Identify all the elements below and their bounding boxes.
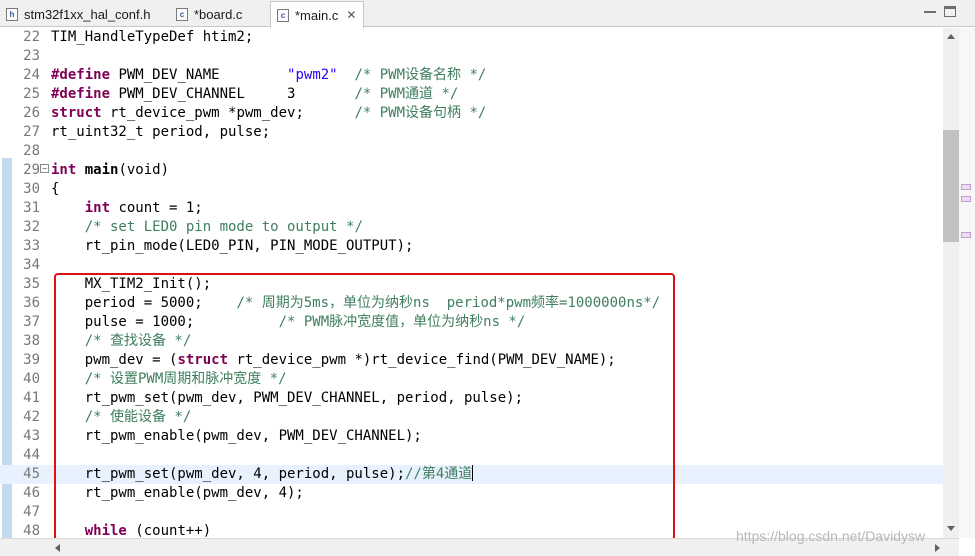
line-number: 31 bbox=[23, 200, 40, 216]
overview-marker[interactable] bbox=[961, 184, 971, 190]
overview-marker[interactable] bbox=[961, 196, 971, 202]
code-text: struct rt_device_pwm *pwm_dev; /* PWM设备句… bbox=[51, 104, 486, 123]
code-line[interactable]: 28 bbox=[0, 142, 943, 161]
code-token: rt_device_pwm *pwm_dev; bbox=[101, 105, 355, 121]
line-number: 38 bbox=[23, 333, 40, 349]
watermark: https://blog.csdn.net/Davidysw bbox=[736, 528, 926, 544]
line-number: 44 bbox=[23, 447, 40, 463]
tab-label: stm32f1xx_hal_conf.h bbox=[24, 7, 151, 22]
code-text: #define PWM_DEV_NAME "pwm2" /* PWM设备名称 *… bbox=[51, 66, 486, 85]
comment-token: /* set LED0 pin mode to output */ bbox=[84, 219, 363, 235]
code-token: count = 1; bbox=[110, 200, 203, 216]
minimize-icon[interactable] bbox=[922, 5, 938, 19]
code-line[interactable]: 24 #define PWM_DEV_NAME "pwm2" /* PWM设备名称… bbox=[0, 66, 943, 85]
line-number: 46 bbox=[23, 485, 40, 501]
line-number: 39 bbox=[23, 352, 40, 368]
code-line[interactable]: 30 { bbox=[0, 180, 943, 199]
red-annotation-box bbox=[54, 273, 675, 538]
code-line[interactable]: 32 /* set LED0 pin mode to output */ bbox=[0, 218, 943, 237]
scroll-right-icon[interactable] bbox=[935, 544, 940, 552]
code-token: rt_pin_mode(LED0_PIN, PIN_MODE_OUTPUT); bbox=[51, 238, 414, 254]
close-tab-icon[interactable]: ✕ bbox=[346, 8, 356, 22]
comment-token: /* PWM设备名称 */ bbox=[337, 67, 487, 83]
tab-stm32f1xx-hal-conf[interactable]: h stm32f1xx_hal_conf.h bbox=[0, 2, 166, 27]
line-number: 40 bbox=[23, 371, 40, 387]
code-line[interactable]: 26 struct rt_device_pwm *pwm_dev; /* PWM设… bbox=[0, 104, 943, 123]
code-text: /* set LED0 pin mode to output */ bbox=[51, 218, 363, 237]
fold-collapse-icon[interactable]: − bbox=[40, 164, 49, 173]
scroll-left-icon[interactable] bbox=[55, 544, 60, 552]
line-number: 36 bbox=[23, 295, 40, 311]
line-number: 25 bbox=[23, 86, 40, 102]
code-text: int count = 1; bbox=[51, 199, 203, 218]
maximize-icon[interactable] bbox=[944, 6, 956, 17]
vertical-scrollbar[interactable] bbox=[943, 28, 959, 538]
tab-main-c[interactable]: c *main.c ✕ bbox=[270, 1, 364, 28]
code-token: PWM_DEV_NAME bbox=[110, 67, 288, 83]
code-line[interactable]: 25 #define PWM_DEV_CHANNEL 3 /* PWM通道 */ bbox=[0, 85, 943, 104]
line-number: 32 bbox=[23, 219, 40, 235]
scroll-up-icon[interactable] bbox=[947, 34, 955, 39]
editor-tab-bar: h stm32f1xx_hal_conf.h c *board.c c *mai… bbox=[0, 0, 975, 28]
line-number: 35 bbox=[23, 276, 40, 292]
code-token: rt_uint32_t period, pulse; bbox=[51, 124, 271, 140]
code-token: (void) bbox=[118, 162, 170, 178]
keyword-token: #define bbox=[51, 86, 111, 102]
line-number: 26 bbox=[23, 105, 40, 121]
keyword-token: int bbox=[51, 162, 77, 178]
code-line[interactable]: 23 bbox=[0, 47, 943, 66]
keyword-token: int bbox=[84, 200, 111, 216]
tab-label: *board.c bbox=[194, 7, 243, 22]
code-text: int main(void) bbox=[51, 161, 169, 180]
function-name: main bbox=[76, 162, 119, 178]
scroll-down-icon[interactable] bbox=[947, 526, 955, 531]
code-editor[interactable]: 22 TIM_HandleTypeDef htim2; 23 24 #define PW… bbox=[0, 28, 943, 538]
keyword-token: struct bbox=[51, 105, 102, 121]
keyword-token: #define bbox=[51, 67, 111, 83]
line-number: 29 bbox=[23, 162, 40, 178]
tab-label: *main.c bbox=[295, 7, 339, 23]
code-line[interactable]: 22 TIM_HandleTypeDef htim2; bbox=[0, 28, 943, 47]
line-number: 27 bbox=[23, 124, 40, 140]
line-number: 47 bbox=[23, 504, 40, 520]
line-number: 45 bbox=[23, 466, 40, 482]
code-text: rt_pin_mode(LED0_PIN, PIN_MODE_OUTPUT); bbox=[51, 237, 414, 256]
comment-token: /* PWM设备句柄 */ bbox=[354, 105, 487, 121]
scrollbar-thumb[interactable] bbox=[943, 130, 959, 242]
comment-token: /* PWM通道 */ bbox=[346, 86, 459, 102]
code-text: { bbox=[51, 180, 59, 199]
code-line[interactable]: 33 rt_pin_mode(LED0_PIN, PIN_MODE_OUTPUT… bbox=[0, 237, 943, 256]
code-line[interactable]: 27 rt_uint32_t period, pulse; bbox=[0, 123, 943, 142]
h-file-icon: h bbox=[6, 8, 18, 21]
line-number: 28 bbox=[23, 143, 40, 159]
code-line[interactable]: 29− int main(void) bbox=[0, 161, 943, 180]
line-number: 41 bbox=[23, 390, 40, 406]
code-text: #define PWM_DEV_CHANNEL 3 /* PWM通道 */ bbox=[51, 85, 458, 104]
line-number: 43 bbox=[23, 428, 40, 444]
line-number: 23 bbox=[23, 48, 40, 64]
line-number: 34 bbox=[23, 257, 40, 273]
code-token: PWM_DEV_CHANNEL 3 bbox=[110, 86, 347, 102]
code-text: TIM_HandleTypeDef htim2; bbox=[51, 28, 253, 47]
line-number: 48 bbox=[23, 523, 40, 538]
string-token: "pwm2" bbox=[287, 67, 338, 83]
line-number: 24 bbox=[23, 67, 40, 83]
line-number: 42 bbox=[23, 409, 40, 425]
code-token: TIM_HandleTypeDef htim2; bbox=[51, 29, 254, 45]
line-number: 22 bbox=[23, 29, 40, 45]
line-number: 30 bbox=[23, 181, 40, 197]
line-number: 33 bbox=[23, 238, 40, 254]
code-token: { bbox=[51, 181, 60, 197]
code-text: rt_uint32_t period, pulse; bbox=[51, 123, 270, 142]
line-number: 37 bbox=[23, 314, 40, 330]
c-file-icon: c bbox=[176, 8, 188, 21]
tab-board-c[interactable]: c *board.c bbox=[170, 2, 268, 27]
c-file-icon: c bbox=[277, 8, 289, 22]
code-line[interactable]: 31 int count = 1; bbox=[0, 199, 943, 218]
overview-ruler bbox=[959, 28, 975, 538]
overview-marker[interactable] bbox=[961, 232, 971, 238]
